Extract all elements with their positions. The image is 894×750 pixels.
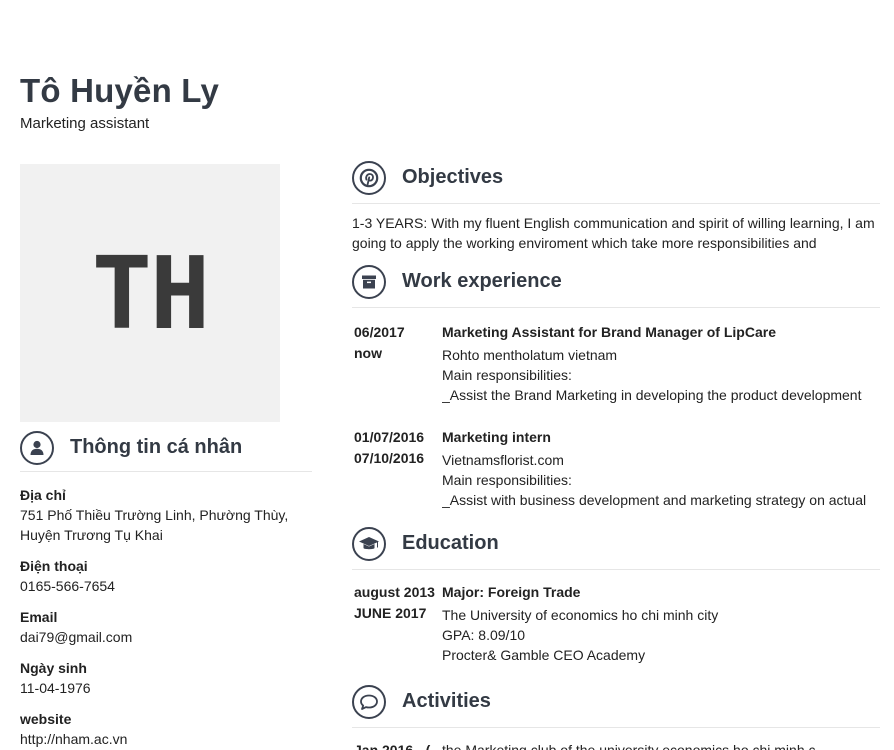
address-item: Địa chỉ 751 Phố Thiều Trường Linh, Phườn… xyxy=(20,485,320,545)
work-dates: 06/2017 now xyxy=(352,322,442,405)
pinterest-icon xyxy=(352,160,386,195)
education-major: Major: Foreign Trade xyxy=(442,584,581,600)
website-link[interactable]: http://nham.ac.vn xyxy=(20,729,320,749)
dob-label: Ngày sinh xyxy=(20,660,87,676)
personal-info: Địa chỉ 751 Phố Thiều Trường Linh, Phườn… xyxy=(20,485,320,750)
avatar: TH xyxy=(20,164,280,422)
personal-info-heading: Thông tin cá nhân xyxy=(70,436,243,458)
work-details: Marketing intern Vietnamsflorist.com Mai… xyxy=(442,427,880,510)
work-resp: _Assist the Brand Marketing in developin… xyxy=(442,387,862,403)
work-resp: _Assist with business development and ma… xyxy=(442,492,867,508)
activities-date: Jan 2016 - ( xyxy=(354,742,431,750)
activities-heading: Activities xyxy=(402,690,491,712)
education-heading: Education xyxy=(402,532,499,554)
work-date-start: 01/07/2016 xyxy=(354,429,425,445)
website-label: website xyxy=(20,711,72,727)
work-heading: Work experience xyxy=(402,270,562,292)
education-entry: august 2013 JUNE 2017 Major: Foreign Tra… xyxy=(352,582,880,665)
education-date-start: august 2013 xyxy=(354,584,435,600)
work-entry: 01/07/2016 07/10/2016 Marketing intern V… xyxy=(352,427,880,510)
activities-header: Activities xyxy=(352,680,880,728)
work-resp-label: Main responsibilities: xyxy=(442,367,572,383)
email-value[interactable]: dai79@gmail.com xyxy=(20,627,320,647)
user-icon xyxy=(20,430,54,465)
education-extra: Procter& Gamble CEO Academy xyxy=(442,647,646,663)
objectives-line-1: 1-3 YEARS: With my fluent English commun… xyxy=(352,215,875,231)
work-role: Marketing Assistant for Brand Manager of… xyxy=(442,324,776,340)
activities-section: Activities Jan 2016 - ( the Marketing cl… xyxy=(352,680,880,750)
work-role: Marketing intern xyxy=(442,429,551,445)
phone-label: Điện thoại xyxy=(20,558,88,574)
education-gpa: GPA: 8.09/10 xyxy=(442,627,526,643)
work-resp-label: Main responsibilities: xyxy=(442,472,572,488)
work-details: Marketing Assistant for Brand Manager of… xyxy=(442,322,880,405)
activities-entry: Jan 2016 - ( the Marketing club of the u… xyxy=(352,740,880,750)
work-date-end: 07/10/2016 xyxy=(354,450,425,466)
avatar-initials: TH xyxy=(91,234,210,352)
email-label: Email xyxy=(20,609,58,625)
address-label: Địa chỉ xyxy=(20,487,66,503)
work-header: Work experience xyxy=(352,260,880,308)
education-header: Education xyxy=(352,522,880,570)
work-section: Work experience 06/2017 now Marketing As… xyxy=(352,260,880,510)
candidate-name: Tô Huyền Ly xyxy=(20,72,219,109)
objectives-heading: Objectives xyxy=(402,166,504,188)
archive-icon xyxy=(352,264,386,299)
work-date-end: now xyxy=(354,345,382,361)
objectives-header: Objectives xyxy=(352,156,880,204)
email-item: Email dai79@gmail.com xyxy=(20,607,320,647)
website-item: website http://nham.ac.vn xyxy=(20,709,320,749)
education-school: The University of economics ho chi minh … xyxy=(442,607,719,623)
candidate-title: Marketing assistant xyxy=(20,115,150,132)
work-date-start: 06/2017 xyxy=(354,324,405,340)
education-date-end: JUNE 2017 xyxy=(354,605,427,621)
education-section: Education august 2013 JUNE 2017 Major: F… xyxy=(352,522,880,665)
work-company: Rohto mentholatum vietnam xyxy=(442,347,618,363)
dob-value: 11-04-1976 xyxy=(20,680,91,696)
graduation-cap-icon xyxy=(352,526,386,561)
work-dates: 01/07/2016 07/10/2016 xyxy=(352,427,442,510)
personal-info-header: Thông tin cá nhân xyxy=(20,430,312,472)
activities-text: the Marketing club of the university eco… xyxy=(442,742,816,750)
address-line-1: 751 Phố Thiều Trường Linh, Phường Thùy, xyxy=(20,507,289,523)
objectives-line-2: going to apply the working enviroment wh… xyxy=(352,235,817,251)
speech-bubble-icon xyxy=(352,684,386,719)
objectives-section: Objectives 1-3 YEARS: With my fluent Eng… xyxy=(352,156,880,253)
work-entry: 06/2017 now Marketing Assistant for Bran… xyxy=(352,322,880,405)
phone-value: 0165-566-7654 xyxy=(20,578,115,594)
dob-item: Ngày sinh 11-04-1976 xyxy=(20,658,320,698)
work-company: Vietnamsflorist.com xyxy=(442,452,564,468)
phone-item: Điện thoại 0165-566-7654 xyxy=(20,556,320,596)
address-line-2: Huyện Trương Tụ Khai xyxy=(20,527,163,543)
education-details: Major: Foreign Trade The University of e… xyxy=(442,582,880,665)
education-dates: august 2013 JUNE 2017 xyxy=(352,582,442,665)
objectives-text: 1-3 YEARS: With my fluent English commun… xyxy=(352,213,880,253)
